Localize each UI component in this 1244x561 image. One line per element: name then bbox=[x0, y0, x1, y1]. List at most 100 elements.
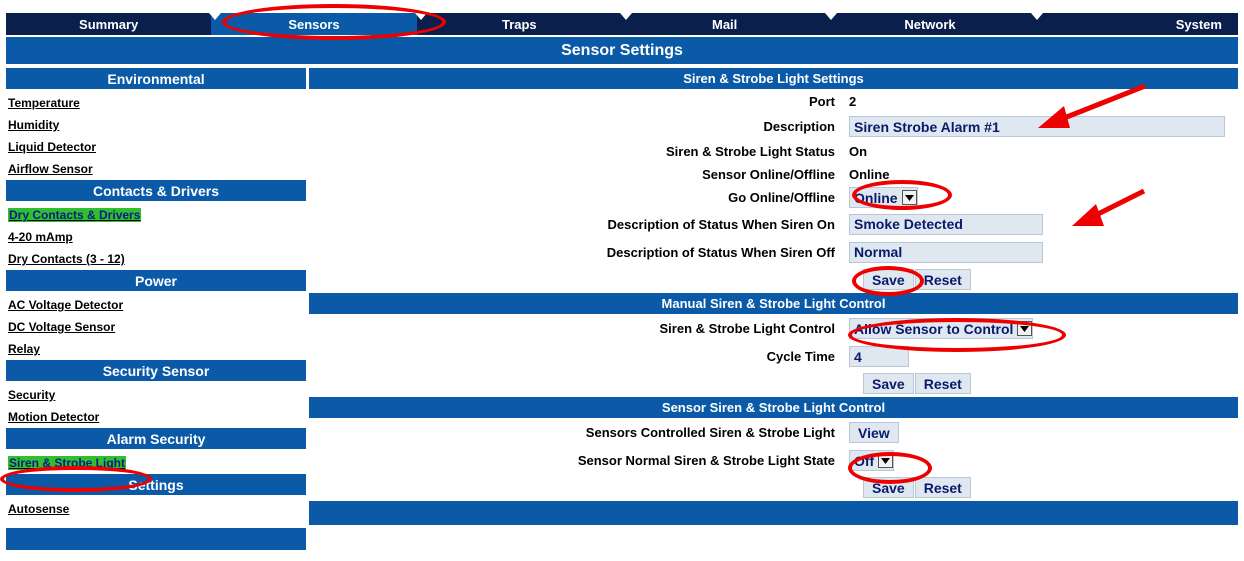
tab-summary[interactable]: Summary bbox=[6, 13, 211, 35]
view-button[interactable]: View bbox=[849, 422, 899, 443]
dropdown-arrow-icon bbox=[901, 190, 917, 205]
tab-system-label: System bbox=[1175, 16, 1222, 32]
control-selected: Allow Sensor to Control bbox=[854, 320, 1014, 337]
reset-button[interactable]: Reset bbox=[914, 477, 971, 498]
tab-network-label: Network bbox=[904, 16, 956, 32]
sidebar-item-dc-voltage-sensor[interactable]: DC Voltage Sensor bbox=[6, 316, 306, 338]
desc-off-label: Description of Status When Siren Off bbox=[606, 244, 835, 260]
status-value: On bbox=[849, 144, 868, 159]
sidebar-header-power: Power bbox=[6, 270, 306, 291]
sidebar-item-4-20-mamp[interactable]: 4-20 mAmp bbox=[6, 226, 306, 248]
tab-divider-icon bbox=[825, 13, 838, 20]
save-button[interactable]: Save bbox=[863, 269, 914, 290]
sidebar-item-siren-strobe-light[interactable]: Siren & Strobe Light bbox=[6, 452, 306, 474]
tab-traps[interactable]: Traps bbox=[414, 13, 622, 35]
description-label: Description bbox=[763, 119, 835, 134]
tab-mail[interactable]: Mail bbox=[619, 13, 827, 35]
control-row: Siren & Strobe Light Control Allow Senso… bbox=[309, 314, 1238, 343]
dropdown-arrow-icon bbox=[1017, 321, 1033, 336]
tab-sensors-label: Sensors bbox=[288, 16, 340, 32]
status-row: Siren & Strobe Light Status On bbox=[309, 139, 1238, 164]
status-label: Siren & Strobe Light Status bbox=[665, 144, 835, 159]
tab-mail-label: Mail bbox=[712, 16, 738, 32]
main-footer bbox=[309, 501, 1238, 525]
sidebar-item-label: AC Voltage Detector bbox=[8, 298, 124, 312]
save-button[interactable]: Save bbox=[863, 373, 914, 394]
desc-on-label: Description of Status When Siren On bbox=[607, 216, 835, 232]
reset-button[interactable]: Reset bbox=[914, 373, 971, 394]
cycle-label: Cycle Time bbox=[766, 349, 835, 364]
sidebar-item-motion-detector[interactable]: Motion Detector bbox=[6, 406, 306, 428]
sidebar-item-label: Liquid Detector bbox=[8, 140, 97, 154]
sidebar-header-environmental: Environmental bbox=[6, 68, 306, 89]
top-nav: Summary Sensors Traps Mail Network Syste… bbox=[6, 13, 1238, 35]
sidebar-item-dry-contacts-3-12[interactable]: Dry Contacts (3 - 12) bbox=[6, 248, 306, 270]
go-online-label: Go Online/Offline bbox=[728, 190, 835, 205]
sidebar-item-label: Relay bbox=[8, 342, 41, 356]
tab-divider-icon bbox=[414, 13, 427, 20]
sidebar-item-label: Autosense bbox=[8, 502, 70, 516]
desc-on-row: Description of Status When Siren On Smok… bbox=[309, 210, 1238, 238]
normal-state-label: Sensor Normal Siren & Strobe Light State bbox=[577, 453, 835, 468]
sensor-control-buttons: Save Reset bbox=[309, 474, 1238, 501]
sidebar-item-label: Dry Contacts & Drivers bbox=[8, 208, 142, 222]
go-online-select[interactable]: Online bbox=[849, 187, 918, 208]
description-field[interactable]: Siren Strobe Alarm #1 bbox=[849, 116, 1225, 137]
cycle-row: Cycle Time 4 bbox=[309, 343, 1238, 370]
description-row: Description Siren Strobe Alarm #1 bbox=[309, 114, 1238, 139]
sidebar-item-airflow-sensor[interactable]: Airflow Sensor bbox=[6, 158, 306, 180]
tab-network[interactable]: Network bbox=[825, 13, 1032, 35]
cycle-field[interactable]: 4 bbox=[849, 346, 909, 367]
sidebar-item-autosense[interactable]: Autosense bbox=[6, 498, 306, 520]
control-label: Siren & Strobe Light Control bbox=[659, 321, 836, 336]
port-label: Port bbox=[809, 94, 835, 109]
sidebar-item-label: Temperature bbox=[8, 96, 80, 110]
sidebar-item-temperature[interactable]: Temperature bbox=[6, 92, 306, 114]
sidebar-item-label: DC Voltage Sensor bbox=[8, 320, 116, 334]
manual-buttons: Save Reset bbox=[309, 370, 1238, 397]
desc-off-field[interactable]: Normal bbox=[849, 241, 1043, 263]
tab-system[interactable]: System bbox=[1030, 13, 1238, 35]
tab-sensors[interactable]: Sensors bbox=[209, 13, 417, 35]
online-value: Online bbox=[849, 167, 890, 182]
tab-divider-icon bbox=[619, 13, 632, 20]
sidebar-item-label: Airflow Sensor bbox=[8, 162, 93, 176]
normal-state-row: Sensor Normal Siren & Strobe Light State… bbox=[309, 447, 1238, 474]
go-online-selected: Online bbox=[854, 189, 898, 206]
sidebar-footer bbox=[6, 528, 306, 550]
desc-off-row: Description of Status When Siren Off Nor… bbox=[309, 238, 1238, 266]
save-button[interactable]: Save bbox=[863, 477, 914, 498]
page-title: Sensor Settings bbox=[6, 37, 1238, 64]
sidebar-item-label: Dry Contacts (3 - 12) bbox=[8, 252, 125, 266]
desc-on-field[interactable]: Smoke Detected bbox=[849, 213, 1043, 235]
section-header-manual: Manual Siren & Strobe Light Control bbox=[309, 293, 1238, 314]
sidebar-item-humidity[interactable]: Humidity bbox=[6, 114, 306, 136]
dropdown-arrow-icon bbox=[878, 453, 894, 468]
sidebar-item-ac-voltage-detector[interactable]: AC Voltage Detector bbox=[6, 294, 306, 316]
reset-button[interactable]: Reset bbox=[914, 269, 971, 290]
controlled-label: Sensors Controlled Siren & Strobe Light bbox=[585, 425, 835, 440]
sidebar-item-dry-contacts-drivers[interactable]: Dry Contacts & Drivers bbox=[6, 204, 306, 226]
sidebar-item-label: 4-20 mAmp bbox=[8, 230, 73, 244]
section-header-sensor-control: Sensor Siren & Strobe Light Control bbox=[309, 397, 1238, 418]
main-panel: Siren & Strobe Light Settings Port 2 Des… bbox=[309, 68, 1238, 525]
sidebar-item-label: Humidity bbox=[8, 118, 60, 132]
normal-state-select[interactable]: Off bbox=[849, 450, 895, 471]
go-online-row: Go Online/Offline Online bbox=[309, 185, 1238, 210]
port-row: Port 2 bbox=[309, 89, 1238, 114]
sidebar-item-relay[interactable]: Relay bbox=[6, 338, 306, 360]
sidebar-item-label: Security bbox=[8, 388, 56, 402]
online-row: Sensor Online/Offline Online bbox=[309, 164, 1238, 185]
control-select[interactable]: Allow Sensor to Control bbox=[849, 318, 1034, 339]
tab-summary-label: Summary bbox=[79, 16, 139, 32]
online-label: Sensor Online/Offline bbox=[702, 167, 835, 182]
sidebar-item-liquid-detector[interactable]: Liquid Detector bbox=[6, 136, 306, 158]
sidebar-header-alarm-security: Alarm Security bbox=[6, 428, 306, 449]
section-header-settings: Siren & Strobe Light Settings bbox=[309, 68, 1238, 89]
normal-state-selected: Off bbox=[854, 452, 875, 469]
settings-buttons: Save Reset bbox=[309, 266, 1238, 293]
port-value: 2 bbox=[849, 94, 857, 109]
sidebar-item-security[interactable]: Security bbox=[6, 384, 306, 406]
sidebar-item-label: Siren & Strobe Light bbox=[8, 456, 127, 470]
tab-traps-label: Traps bbox=[501, 16, 537, 32]
